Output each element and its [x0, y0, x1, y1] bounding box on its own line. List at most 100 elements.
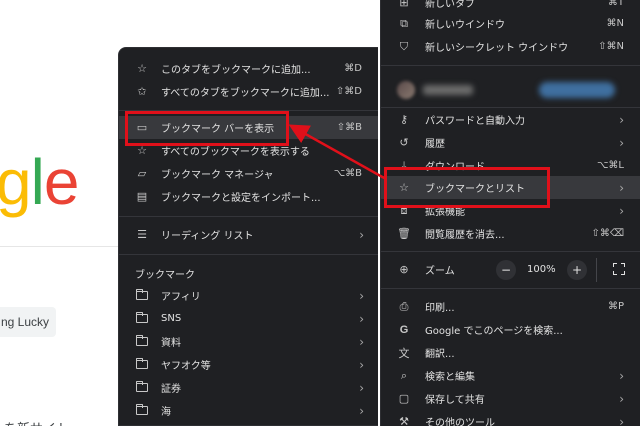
google-logo: gle	[0, 150, 79, 214]
import-icon: ▤	[136, 190, 148, 203]
bookmark-folder-item[interactable]: SNS ›	[119, 307, 378, 330]
logo-letter-l: l	[30, 146, 45, 218]
new-window-icon: ⧉	[400, 16, 408, 30]
bookmarks-section-title: ブックマーク	[135, 270, 195, 281]
bookmark-folder-item[interactable]: 資料 ›	[119, 330, 378, 353]
new-incognito-window-item[interactable]: ⛉ 新しいシークレット ウインドウ ⇧⌘N	[381, 35, 640, 58]
annotation-box-bookmarks-lists	[384, 167, 550, 208]
bookmark-this-tab-item[interactable]: ☆ このタブをブックマークに追加... ⌘D	[119, 57, 378, 80]
chevron-right-icon: ›	[359, 357, 364, 372]
folder-label: 証券	[161, 384, 181, 395]
folder-label: 資料	[161, 338, 181, 349]
bookmark-manager-item[interactable]: ▱ ブックマーク マネージャ ⌥⌘B	[119, 162, 378, 185]
menu-item-label: 検索と編集	[425, 372, 475, 383]
menu-item-label: その他のツール	[425, 418, 495, 426]
menu-item-shortcut: ⌘T	[607, 0, 624, 8]
save-and-share-item[interactable]: ▢ 保存して共有 ›	[381, 387, 640, 410]
menu-item-label: 履歴	[425, 139, 445, 150]
chrome-main-menu: ⊞ 新しいタブ ⌘T ⧉ 新しいウインドウ ⌘N ⛉ 新しいシークレット ウイン…	[380, 0, 640, 426]
print-item[interactable]: ⎙ 印刷... ⌘P	[381, 295, 640, 318]
menu-item-shortcut: ⌘D	[344, 63, 362, 74]
menu-item-label: すべてのタブをブックマークに追加...	[161, 88, 330, 99]
stars-icon: ✩	[137, 85, 147, 98]
folder-label: SNS	[161, 313, 182, 324]
chevron-right-icon: ›	[619, 368, 624, 383]
search-box-edge	[0, 246, 118, 247]
history-icon: ↺	[399, 136, 409, 149]
print-icon: ⎙	[399, 299, 409, 313]
reading-list-icon: ☰	[137, 228, 147, 241]
folder-icon	[135, 404, 149, 418]
chevron-right-icon: ›	[359, 380, 364, 395]
search-edit-icon: ⌕	[400, 368, 408, 382]
menu-item-shortcut: ⌘P	[607, 301, 624, 312]
reading-list-item[interactable]: ☰ リーディング リスト ›	[119, 223, 378, 246]
zoom-level: 100%	[527, 264, 556, 275]
menu-item-label: ブックマーク マネージャ	[161, 170, 274, 181]
menu-item-label: 新しいタブ	[425, 0, 475, 10]
annotation-box-bookmark-bar	[125, 111, 289, 146]
chevron-right-icon: ›	[359, 334, 364, 349]
folder-label: 海	[161, 407, 171, 418]
star-icon: ☆	[137, 62, 147, 75]
menu-item-label: 翻訳...	[425, 349, 455, 360]
tools-icon: ⚒	[399, 415, 409, 426]
passwords-autofill-item[interactable]: ⚷ パスワードと自動入力 ›	[381, 108, 640, 131]
folder-icon	[135, 335, 149, 349]
zoom-icon: ⊕	[399, 263, 409, 276]
clear-browsing-data-item[interactable]: 🗑 閲覧履歴を消去... ⇧⌘⌫	[381, 222, 640, 245]
feeling-lucky-button[interactable]: ng Lucky	[0, 307, 56, 337]
translate-item[interactable]: 文 翻訳...	[381, 341, 640, 364]
chevron-right-icon: ›	[619, 112, 624, 127]
bookmark-all-tabs-item[interactable]: ✩ すべてのタブをブックマークに追加... ⇧⌘D	[119, 80, 378, 103]
more-tools-item[interactable]: ⚒ その他のツール ›	[381, 410, 640, 426]
chevron-right-icon: ›	[359, 227, 364, 242]
zoom-in-button[interactable]: +	[567, 260, 587, 280]
google-search-page-item[interactable]: G Google でこのページを検索...	[381, 318, 640, 341]
menu-item-shortcut: ⇧⌘N	[598, 41, 624, 52]
menu-item-shortcut: ⇧⌘⌫	[591, 228, 624, 239]
history-item[interactable]: ↺ 履歴 ›	[381, 131, 640, 154]
menu-item-shortcut: ⇧⌘D	[335, 86, 362, 97]
menu-item-label: 閲覧履歴を消去...	[425, 230, 505, 241]
bookmark-folder-item[interactable]: アフィリ ›	[119, 284, 378, 307]
menu-item-label: 印刷...	[425, 303, 455, 314]
translate-icon: 文	[398, 346, 410, 360]
page-footer-text: を新サイト	[4, 418, 69, 426]
menu-item-label: パスワードと自動入力	[425, 116, 525, 127]
menu-item-shortcut: ⌘N	[606, 18, 624, 29]
profile-badge-redacted	[539, 82, 615, 98]
menu-item-shortcut: ⇧⌘B	[336, 122, 362, 133]
key-icon: ⚷	[399, 113, 409, 126]
menu-item-label: Google でこのページを検索...	[425, 326, 563, 337]
profile-name-redacted	[423, 85, 473, 95]
chevron-right-icon: ›	[619, 135, 624, 150]
chevron-right-icon: ›	[359, 311, 364, 326]
folder-icon	[135, 312, 149, 326]
chevron-right-icon: ›	[619, 203, 624, 218]
bookmark-folder-item[interactable]: 証券 ›	[119, 376, 378, 399]
bookmark-folder-item[interactable]: 海 ›	[119, 399, 378, 422]
import-bookmarks-item[interactable]: ▤ ブックマークと設定をインポート...	[119, 185, 378, 208]
new-window-item[interactable]: ⧉ 新しいウインドウ ⌘N	[381, 12, 640, 35]
menu-separator	[596, 258, 597, 282]
incognito-icon: ⛉	[399, 39, 409, 53]
menu-separator	[119, 216, 378, 217]
fullscreen-icon[interactable]	[613, 263, 625, 275]
google-icon: G	[399, 323, 409, 336]
folder-icon	[135, 381, 149, 395]
logo-letter-g: g	[0, 146, 32, 218]
zoom-out-button[interactable]: −	[496, 260, 516, 280]
logo-letter-e: e	[43, 146, 80, 218]
menu-item-label: 保存して共有	[425, 395, 485, 406]
menu-separator	[381, 65, 640, 66]
search-and-edit-item[interactable]: ⌕ 検索と編集 ›	[381, 364, 640, 387]
menu-separator	[381, 288, 640, 289]
chevron-right-icon: ›	[359, 288, 364, 303]
menu-item-label: 新しいウインドウ	[425, 20, 505, 31]
chevron-right-icon: ›	[619, 391, 624, 406]
menu-item-shortcut: ⌥⌘L	[596, 160, 624, 171]
bookmark-folder-item[interactable]: ヤフオク等 ›	[119, 353, 378, 376]
zoom-label: ズーム	[425, 266, 455, 277]
profile-row[interactable]	[381, 73, 640, 107]
